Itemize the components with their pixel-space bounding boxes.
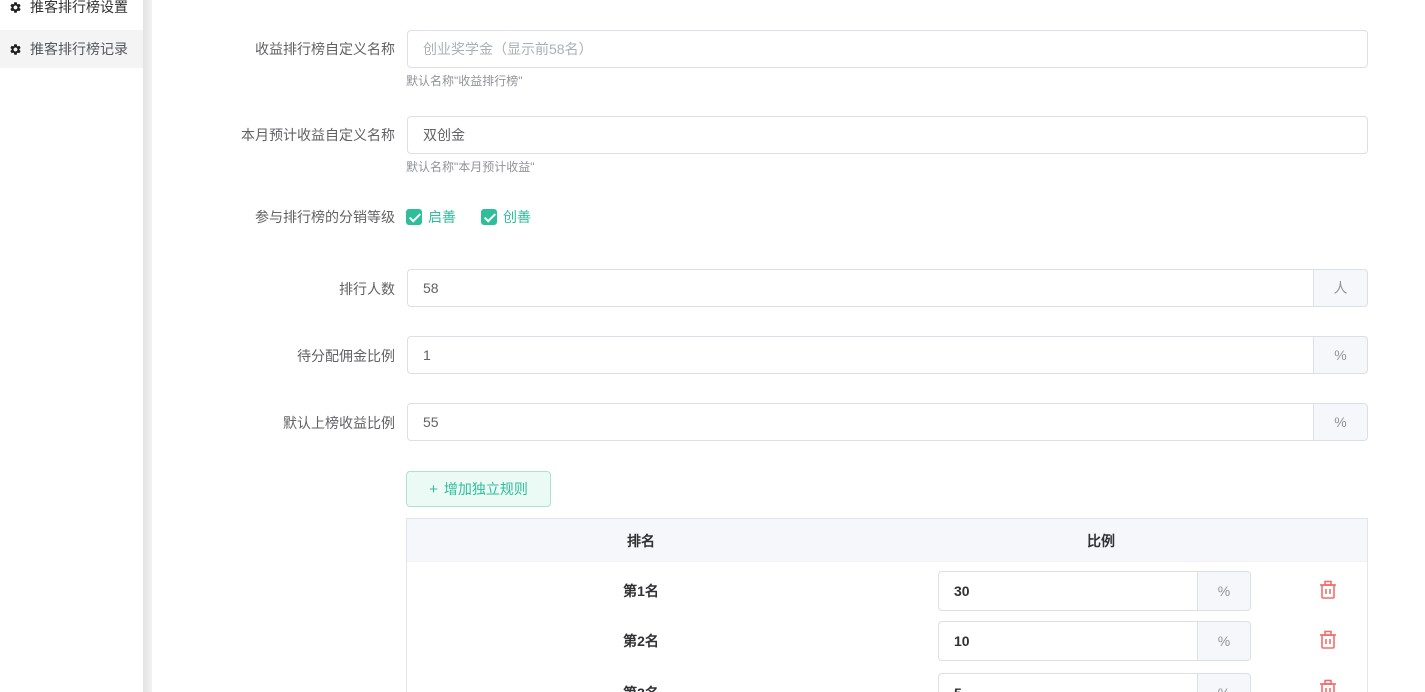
unit-suffix: 人 <box>1313 269 1368 307</box>
checkbox-checked-icon <box>406 209 422 225</box>
sidebar-item-label: 推客排行榜设置 <box>30 0 128 17</box>
sidebar-item-rank-records[interactable]: 推客排行榜记录 <box>0 30 143 68</box>
default-ratio-input[interactable] <box>407 403 1313 441</box>
default-ratio-field: % <box>407 403 1368 441</box>
delete-rule-icon[interactable] <box>1319 580 1337 600</box>
percent-suffix: % <box>1197 673 1251 692</box>
percent-suffix: % <box>1197 621 1251 661</box>
ratio-input[interactable] <box>938 673 1197 692</box>
pending-commission-input[interactable] <box>407 336 1313 374</box>
ratio-input[interactable] <box>938 621 1197 661</box>
income-rank-name-helper: 默认名称"收益排行榜" <box>406 74 523 88</box>
delete-rule-icon[interactable] <box>1319 679 1337 692</box>
rank-count-field: 人 <box>407 269 1368 307</box>
rank-cell: 第2名 <box>541 633 741 649</box>
add-rule-label: 增加独立规则 <box>444 479 528 499</box>
gear-icon <box>9 1 22 14</box>
plus-icon: + <box>429 482 438 497</box>
rank-cell: 第1名 <box>541 583 741 599</box>
header-ratio: 比例 <box>1001 519 1201 562</box>
rank-count-label: 排行人数 <box>339 281 395 297</box>
percent-suffix: % <box>1313 403 1368 441</box>
table-header: 排名 比例 <box>407 519 1367 562</box>
ratio-field: % <box>938 571 1251 611</box>
pending-commission-label: 待分配佣金比例 <box>297 348 395 364</box>
header-rank: 排名 <box>541 519 741 562</box>
sidebar: 推客排行榜设置 推客排行榜记录 <box>0 0 143 692</box>
checkbox-checked-icon <box>481 209 497 225</box>
add-rule-button[interactable]: + 增加独立规则 <box>406 471 551 507</box>
ratio-field: % <box>938 621 1251 661</box>
month-income-name-helper: 默认名称"本月预计收益" <box>406 160 535 174</box>
delete-rule-icon[interactable] <box>1319 630 1337 650</box>
level-checkbox-qishan[interactable]: 启善 <box>406 207 456 227</box>
page: 推客排行榜设置 推客排行榜记录 收益排行榜自定义名称 默认名称"收益排行榜" 本… <box>0 0 1425 692</box>
gear-icon <box>9 43 22 56</box>
sidebar-scrollbar[interactable] <box>143 0 152 692</box>
rules-table: 排名 比例 第1名 % 第2名 % <box>406 518 1368 692</box>
ratio-input[interactable] <box>938 571 1197 611</box>
rank-count-input[interactable] <box>407 269 1313 307</box>
checkbox-label: 创善 <box>503 207 531 227</box>
ratio-field: % <box>938 673 1251 692</box>
default-ratio-label: 默认上榜收益比例 <box>283 415 395 431</box>
percent-suffix: % <box>1313 336 1368 374</box>
levels-label: 参与排行榜的分销等级 <box>255 209 395 225</box>
level-checkbox-chuangshan[interactable]: 创善 <box>481 207 531 227</box>
month-income-name-label: 本月预计收益自定义名称 <box>241 127 395 143</box>
sidebar-item-label: 推客排行榜记录 <box>30 39 128 59</box>
pending-commission-field: % <box>407 336 1368 374</box>
sidebar-item-rank-settings[interactable]: 推客排行榜设置 <box>0 0 143 27</box>
income-rank-name-input[interactable] <box>407 30 1368 68</box>
income-rank-name-label: 收益排行榜自定义名称 <box>255 41 395 57</box>
rank-cell: 第3名 <box>541 685 741 692</box>
percent-suffix: % <box>1197 571 1251 611</box>
month-income-name-input[interactable] <box>407 116 1368 154</box>
checkbox-label: 启善 <box>428 207 456 227</box>
